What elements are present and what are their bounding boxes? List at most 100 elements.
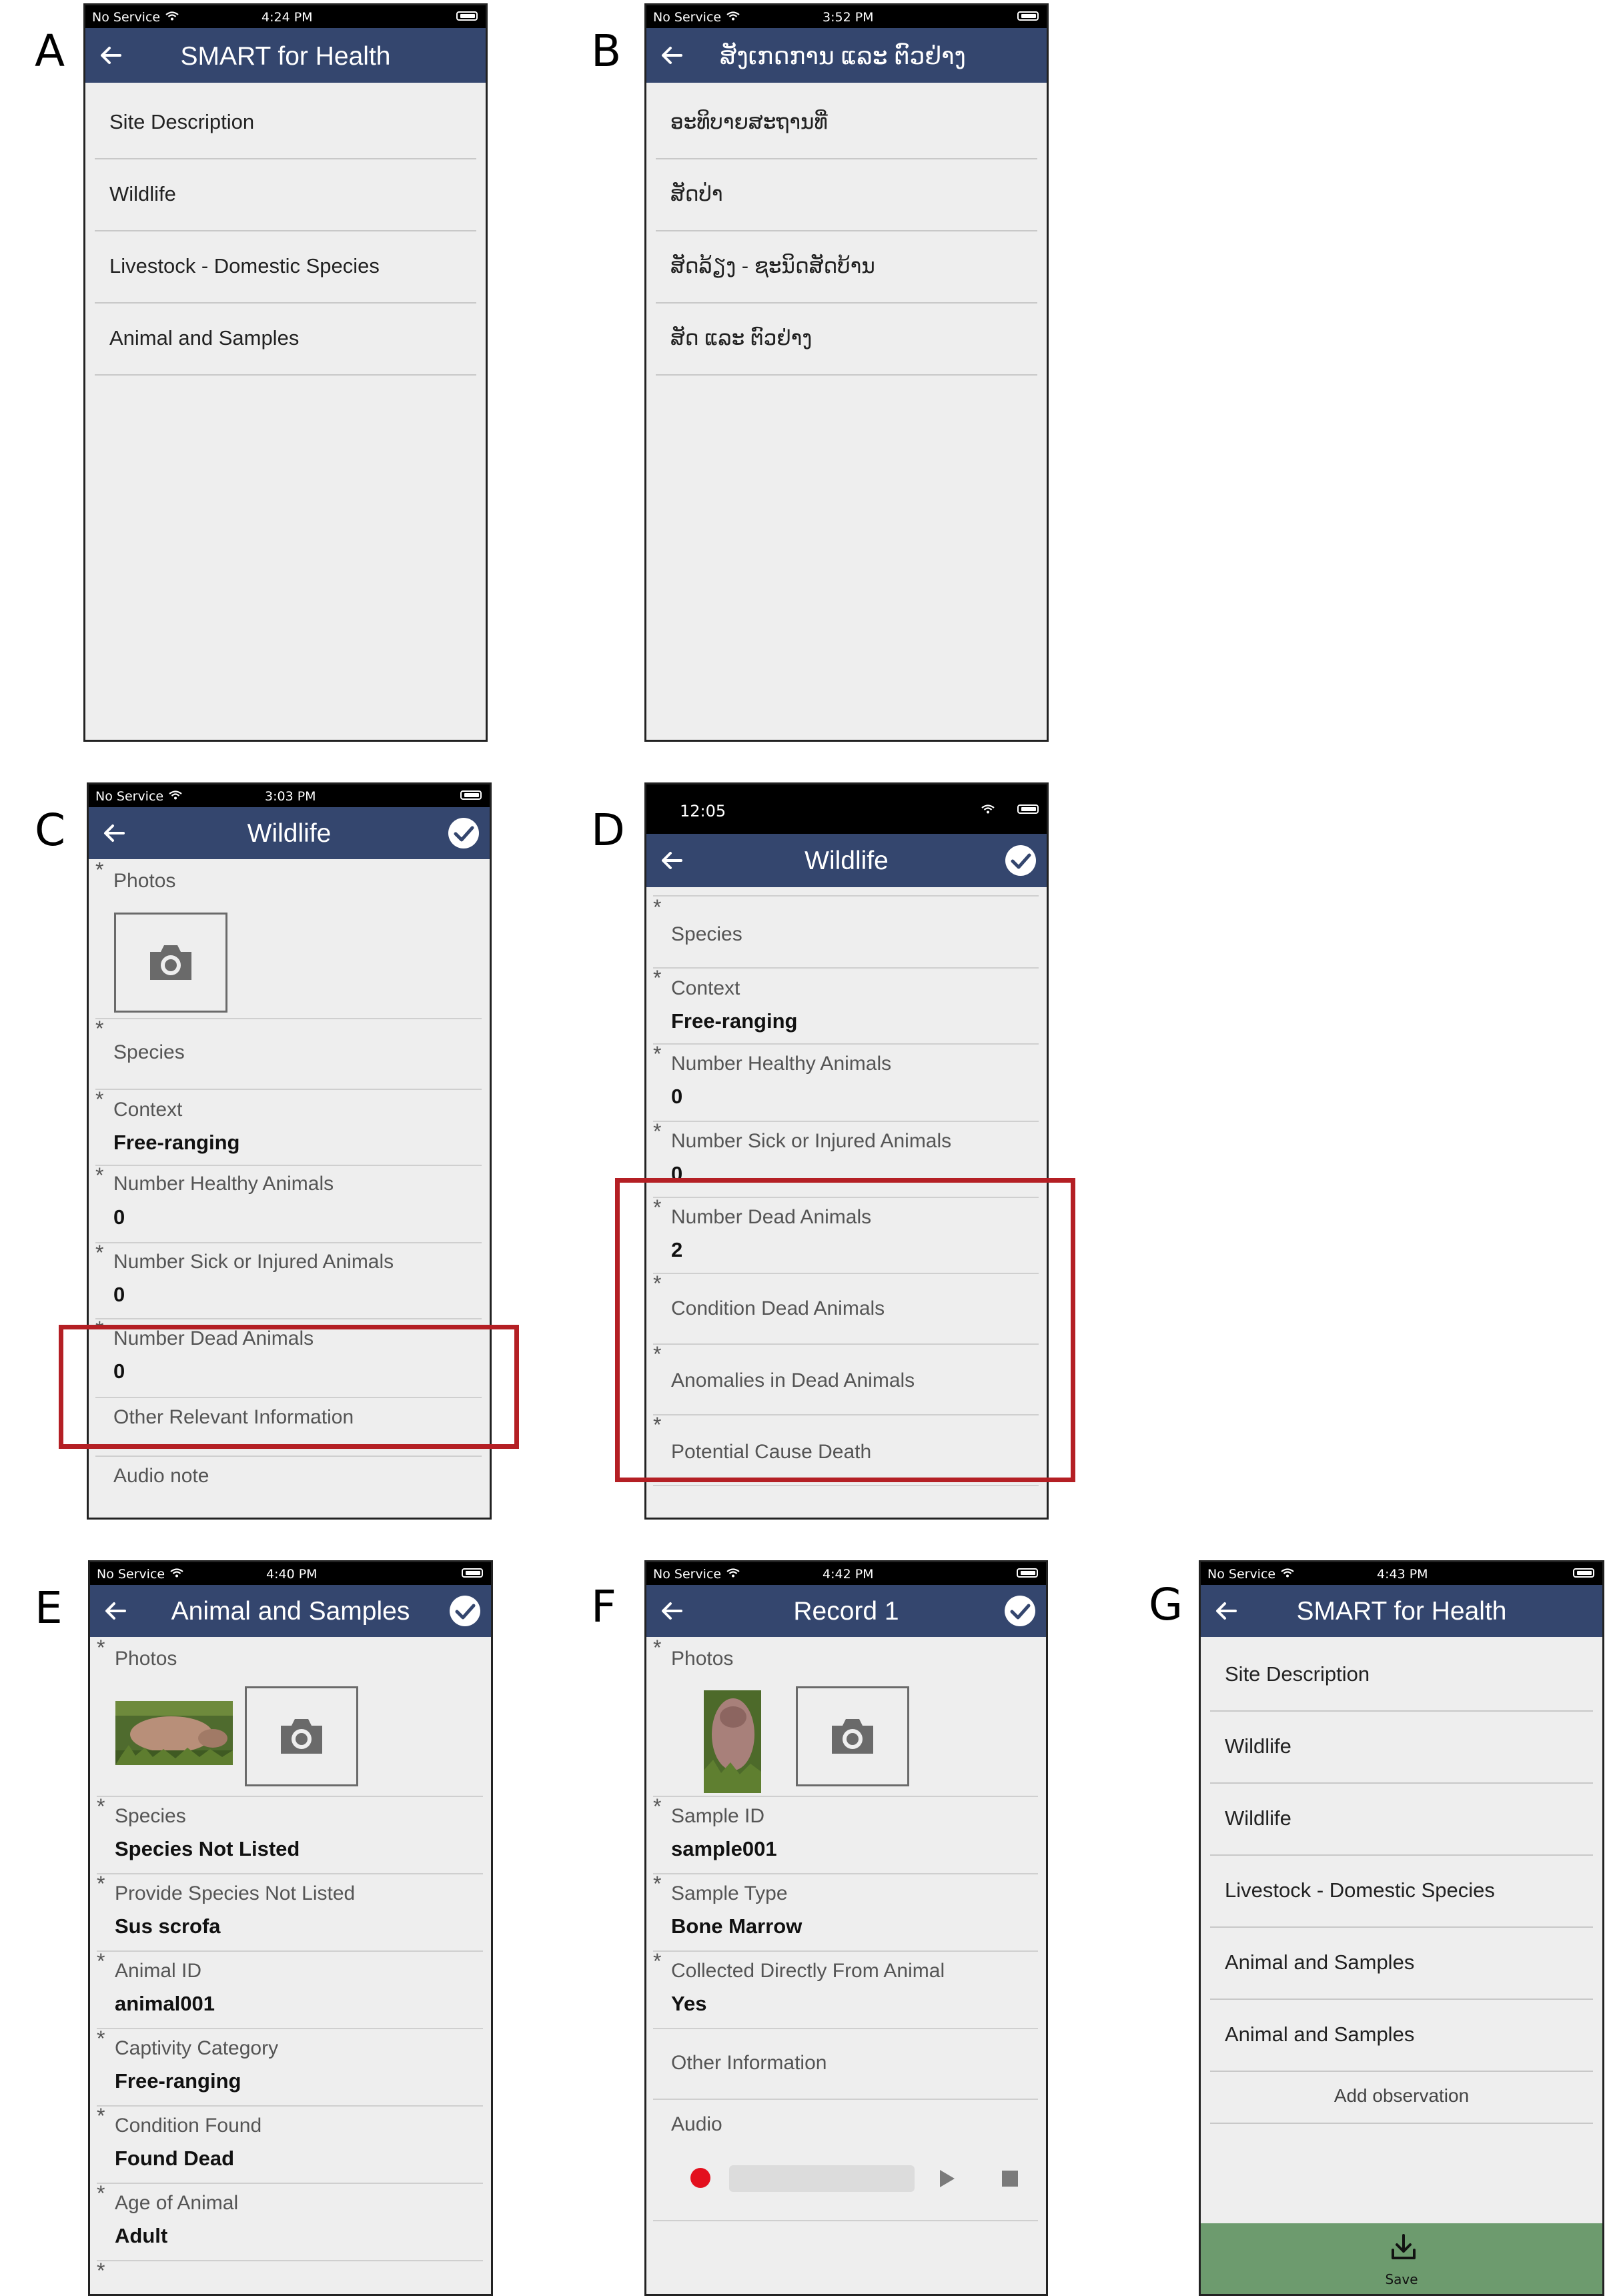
condition-found-field[interactable]: * Condition Found Found Dead [97, 2104, 483, 2184]
add-photo-button[interactable] [114, 913, 227, 1013]
sample-type-field[interactable]: * Sample Type Bone Marrow [653, 1872, 1038, 1952]
menu-item-site-description[interactable]: ອະທິບາຍສະຖານທີ່ [656, 86, 1037, 159]
battery-icon [462, 1568, 483, 1578]
menu-item-animal-samples[interactable]: ສັດ ແລະ ຕົວຢ່າງ [656, 302, 1037, 376]
menu-item-animal-samples[interactable]: Animal and Samples [1210, 1998, 1593, 2072]
menu-item-site-description[interactable]: Site Description [95, 86, 476, 159]
camera-icon [150, 945, 191, 980]
battery-icon [1573, 1568, 1594, 1578]
field-value: Free-ranging [115, 2069, 241, 2093]
sample-id-field[interactable]: * Sample ID sample001 [653, 1794, 1038, 1874]
menu-item-site-description[interactable]: Site Description [1210, 1638, 1593, 1712]
menu-item-livestock[interactable]: ສັດລ້ຽງ - ຊະນິດສັດບ້ານ [656, 230, 1037, 304]
clock-text: 4:42 PM [823, 1567, 874, 1582]
species-field[interactable]: * Species [95, 1017, 482, 1090]
menu-item-animal-samples[interactable]: Animal and Samples [95, 302, 476, 376]
panel-label-d: D [591, 804, 625, 856]
photos-field: * Photos [95, 858, 482, 1019]
checkmark-save-icon[interactable] [447, 816, 480, 850]
phone-f: No Service 4:42 PM Record 1 * Photos * S… [644, 1560, 1048, 2296]
healthy-animals-field[interactable]: * Number Healthy Animals 0 [95, 1163, 482, 1243]
field-value: Adult [115, 2224, 168, 2247]
field-label: Audio note [113, 1465, 209, 1487]
required-marker: * [653, 1042, 662, 1066]
add-observation-button[interactable]: Add observation [1210, 2071, 1593, 2124]
screen-title: Record 1 [793, 1597, 899, 1626]
screen-title: SMART for Health [180, 42, 391, 71]
play-icon[interactable] [939, 2169, 956, 2189]
menu-item-label: ອະທິບາຍສະຖານທີ່ [670, 110, 828, 133]
sick-injured-animals-field[interactable]: * Number Sick or Injured Animals 0 [95, 1241, 482, 1319]
animal-id-field[interactable]: * Animal ID animal001 [97, 1949, 483, 2029]
field-value: Species Not Listed [115, 1837, 300, 1860]
clock-text: 4:24 PM [261, 10, 313, 25]
audio-field: Audio [653, 2099, 1038, 2221]
app-header: Animal and Samples [90, 1585, 491, 1637]
required-marker: * [97, 1794, 105, 1818]
species-field[interactable]: * Species [653, 895, 1039, 969]
species-field[interactable]: * Species Species Not Listed [97, 1794, 483, 1874]
field-value: Yes [671, 1992, 707, 2015]
species-not-listed-field[interactable]: * Provide Species Not Listed Sus scrofa [97, 1872, 483, 1952]
menu-item-label: Wildlife [1225, 1806, 1291, 1830]
back-arrow-icon[interactable] [658, 42, 685, 69]
checkmark-save-icon[interactable] [1003, 1594, 1037, 1628]
battery-icon [1017, 11, 1039, 21]
status-bar: No Service 3:52 PM [646, 5, 1047, 28]
add-photo-button[interactable] [796, 1686, 909, 1786]
highlight-box [59, 1325, 519, 1449]
captivity-category-field[interactable]: * Captivity Category Free-ranging [97, 2027, 483, 2107]
battery-icon [1017, 804, 1039, 814]
menu-item-livestock[interactable]: Livestock - Domestic Species [95, 230, 476, 304]
menu-item-label: Wildlife [1225, 1734, 1291, 1758]
menu-item-animal-samples[interactable]: Animal and Samples [1210, 1926, 1593, 2000]
pig-photo-thumbnail[interactable] [115, 1701, 233, 1765]
required-marker: * [97, 1636, 105, 1660]
menu-item-wildlife[interactable]: Wildlife [1210, 1782, 1593, 1856]
panel-label-e: E [35, 1582, 63, 1634]
field-value: Bone Marrow [671, 1914, 802, 1938]
stop-icon[interactable] [1002, 2171, 1018, 2187]
menu-item-wildlife[interactable]: ສັດປ່າ [656, 158, 1037, 231]
other-information-field[interactable]: Other Information [653, 2028, 1038, 2100]
carrier-text: No Service [1207, 1567, 1276, 1582]
required-marker: * [653, 1794, 662, 1818]
age-of-animal-field[interactable]: * Age of Animal Adult [97, 2181, 483, 2261]
field-label: Photos [113, 870, 176, 892]
menu-item-livestock[interactable]: Livestock - Domestic Species [1210, 1854, 1593, 1928]
required-marker: * [97, 1872, 105, 1896]
add-photo-button[interactable] [245, 1686, 358, 1786]
download-save-icon [1392, 2234, 1416, 2259]
record-button[interactable] [690, 2168, 710, 2188]
context-field[interactable]: * Context Free-ranging [653, 966, 1039, 1045]
context-field[interactable]: * Context Free-ranging [95, 1087, 482, 1166]
app-header: Wildlife [89, 807, 490, 859]
field-label: Context [671, 977, 740, 999]
menu-item-wildlife[interactable]: Wildlife [1210, 1710, 1593, 1784]
app-header: Wildlife [646, 834, 1047, 887]
field-label: Photos [671, 1648, 734, 1670]
photos-field: * Photos [97, 1636, 483, 1797]
field-label: Number Sick or Injured Animals [671, 1130, 952, 1152]
wifi-icon [165, 11, 179, 21]
field-label: Species [671, 923, 742, 945]
app-header: SMART for Health [85, 28, 486, 83]
camera-icon [832, 1719, 873, 1754]
collected-directly-field[interactable]: * Collected Directly From Animal Yes [653, 1949, 1038, 2029]
audio-progress-bar[interactable] [729, 2165, 915, 2192]
menu-item-wildlife[interactable]: Wildlife [95, 158, 476, 231]
healthy-animals-field[interactable]: * Number Healthy Animals 0 [653, 1042, 1039, 1122]
menu-item-label: Site Description [1225, 1662, 1370, 1686]
checkmark-save-icon[interactable] [448, 1594, 482, 1628]
phone-g: No Service 4:43 PM SMART for Health Site… [1199, 1560, 1604, 2296]
wifi-icon [726, 1568, 740, 1578]
field-label: Number Healthy Animals [671, 1053, 892, 1075]
save-label: Save [1385, 2271, 1418, 2287]
audio-note-field[interactable]: Audio note [95, 1456, 482, 1518]
menu-item-label: Livestock - Domestic Species [109, 254, 380, 277]
checkmark-save-icon[interactable] [1004, 844, 1037, 877]
required-marker: * [653, 1949, 662, 1973]
sample-photo-thumbnail[interactable] [704, 1690, 761, 1793]
photos-field: * Photos [653, 1636, 1038, 1797]
save-bar[interactable]: Save [1201, 2223, 1602, 2294]
